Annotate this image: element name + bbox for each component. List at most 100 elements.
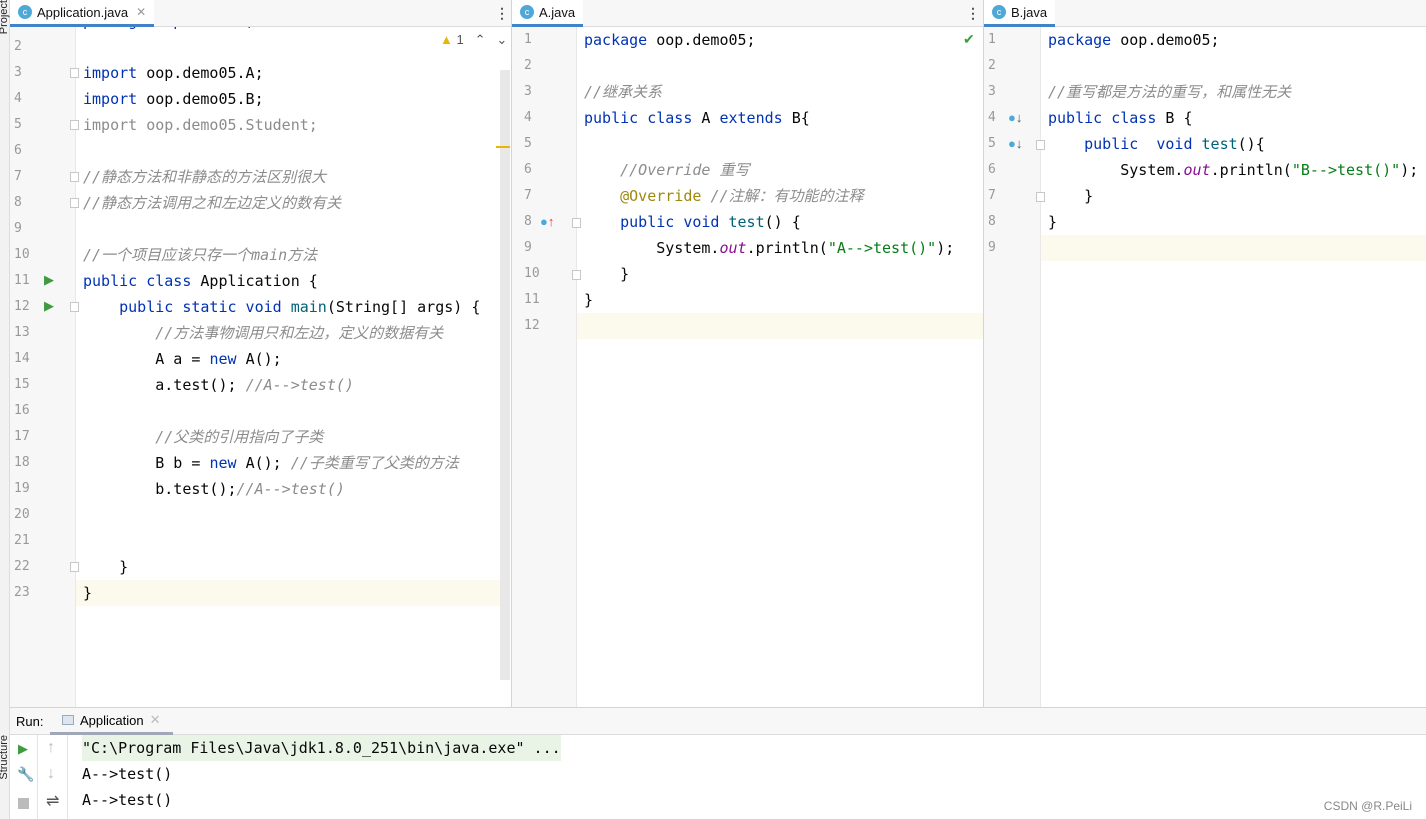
scrollbar[interactable] [500,70,510,680]
code-token: } [1048,187,1094,205]
code-token: A(); [245,350,282,368]
run-tab-application[interactable]: Application ✕ [50,708,173,735]
line-number: 11 [524,292,540,307]
code-token: new [209,350,246,368]
editor-application[interactable]: ▲ 1 ⌃ ⌄ package oop.demo05;23import oop.… [10,0,512,707]
code-line[interactable]: import oop.demo05.Student; [83,112,318,138]
code-token: Application { [200,272,318,290]
code-line[interactable]: B b = new A(); //子类重写了父类的方法 [83,450,459,476]
code-line[interactable]: b.test();//A-->test() [83,476,345,502]
run-icon[interactable]: ▶ [44,267,54,293]
more-options-icon[interactable]: ⋮ [495,5,509,22]
fold-marker-icon[interactable] [70,172,79,182]
line-number: 17 [14,429,30,444]
code-line[interactable]: //静态方法调用之和左边定义的数有关 [83,190,341,216]
code-token: () { [764,213,801,231]
run-icon[interactable]: ▶ [44,293,54,319]
code-token: import [83,64,138,82]
tab-application-java[interactable]: c Application.java ✕ [10,0,155,27]
code-token: test [728,213,765,231]
code-token: B { [1165,109,1193,127]
code-line[interactable]: } [83,580,92,606]
fold-marker-icon[interactable] [1036,140,1045,150]
code-line[interactable]: import oop.demo05.B; [83,86,264,112]
overrides-method-icon[interactable]: ●↑ [540,209,554,235]
fold-marker-icon[interactable] [70,120,79,130]
stop-icon[interactable] [18,798,29,809]
fold-marker-icon[interactable] [70,68,79,78]
fold-marker-icon[interactable] [70,562,79,572]
code-line[interactable]: System.out.println("A-->test()"); [584,235,954,261]
line-number: 8 [524,214,532,229]
chevron-up-icon[interactable]: ⌃ [475,32,486,47]
rerun-icon[interactable]: ▶ [18,741,28,757]
code-token: //Override 重写 [584,161,750,179]
wrench-icon[interactable]: 🔧 [17,766,34,783]
code-line[interactable]: //一个项目应该只存一个main方法 [83,242,317,268]
code-line[interactable]: public class B { [1048,105,1193,131]
code-line[interactable]: //静态方法和非静态的方法区别很大 [83,164,326,190]
editor-a-java[interactable]: ✔ 1 package oop.demo05; 2 3 //继承关系 4 public cl… [512,0,984,707]
code-line[interactable]: public class Application { [83,268,318,294]
line-number: 21 [14,533,30,548]
code-token: //子类重写了父类的方法 [290,454,459,472]
code-token: public class [584,109,702,127]
code-line[interactable]: A a = new A(); [83,346,282,372]
code-token: (){ [1237,135,1265,153]
chevron-down-icon[interactable]: ⌄ [496,32,507,47]
code-line[interactable]: } [1048,209,1057,235]
code-line[interactable]: } [584,287,593,313]
code-line[interactable]: public static void main(String[] args) { [83,294,480,320]
code-line[interactable]: } [584,261,629,287]
fold-marker-icon[interactable] [70,302,79,312]
code-token: } [83,584,93,602]
java-class-icon: c [520,5,534,19]
arrow-down-icon[interactable]: ↓ [47,765,55,783]
fold-marker-icon[interactable] [572,218,581,228]
left-tool-strip: Project Structure [0,0,10,819]
fold-marker-icon[interactable] [70,198,79,208]
line-number: 9 [14,221,22,236]
code-line[interactable]: //Override 重写 [584,157,749,183]
fold-marker-icon[interactable] [572,270,581,280]
code-line[interactable]: System.out.println("B-->test()"); [1048,157,1418,183]
tab-bar: c B.java [984,0,1426,27]
code-line[interactable]: @Override //注解：有功能的注释 [584,183,863,209]
code-line[interactable]: import oop.demo05.A; [83,60,264,86]
code-line[interactable]: public class A extends B{ [584,105,810,131]
is-overridden-icon[interactable]: ●↓ [1008,131,1022,157]
code-line[interactable]: //方法事物调用只和左边，定义的数据有关 [83,320,443,346]
code-line[interactable]: } [1048,183,1093,209]
inspection-widget[interactable]: ▲ 1 ⌃ ⌄ [440,32,507,48]
more-options-icon[interactable]: ⋮ [966,5,980,22]
tab-bar: c A.java ⋮ [512,0,983,27]
code-line[interactable]: package oop.demo05; [1048,27,1220,53]
is-subclassed-icon[interactable]: ●↓ [1008,105,1022,131]
code-line[interactable]: public void test(){ [1048,131,1265,157]
console-toolbar: ↑ ↓ ⇌ [38,735,68,819]
code-line[interactable]: //重写都是方法的重写，和属性无关 [1048,79,1291,105]
line-number: 14 [14,351,30,366]
code-line[interactable]: a.test(); //A-->test() [83,372,354,398]
soft-wrap-icon[interactable]: ⇌ [46,791,59,811]
close-icon[interactable]: ✕ [136,5,146,19]
tab-a-java[interactable]: c A.java [512,0,584,27]
tab-b-java[interactable]: c B.java [984,0,1056,27]
warning-marker[interactable] [496,146,510,148]
code-token: A [701,109,720,127]
structure-tool-button[interactable]: Structure [0,735,10,780]
code-line[interactable]: //继承关系 [584,79,662,105]
watermark: CSDN @R.PeiLi [1323,799,1412,813]
editor-b-java[interactable]: 1 package oop.demo05; 2 3 //重写都是方法的重写，和属性无关 4… [984,0,1426,707]
project-tool-button[interactable]: Project [0,0,10,34]
arrow-up-icon[interactable]: ↑ [47,739,55,757]
fold-marker-icon[interactable] [1036,192,1045,202]
code-line[interactable]: public void test() { [584,209,801,235]
code-line[interactable]: } [83,554,128,580]
line-number: 12 [524,318,540,333]
console-output-line: A-->test() [82,765,173,783]
code-line[interactable]: package oop.demo05; [584,27,756,53]
code-line[interactable]: //父类的引用指向了子类 [83,424,323,450]
current-line-highlight [76,580,500,606]
close-icon[interactable]: ✕ [150,712,161,728]
